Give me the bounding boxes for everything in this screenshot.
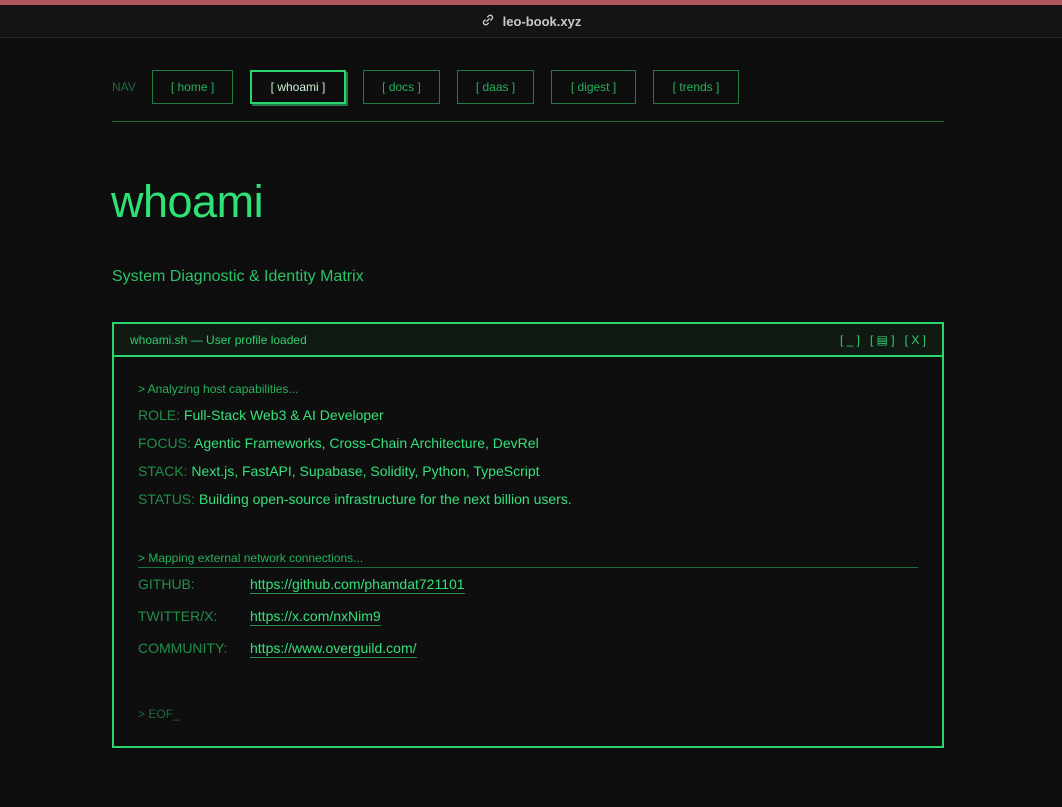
stack-key: STACK: (138, 463, 188, 479)
nav-label: NAV (112, 80, 136, 94)
terminal-header: whoami.sh — User profile loaded [ _ ] [ … (114, 324, 942, 357)
status-value: Building open-source infrastructure for … (198, 491, 572, 507)
terminal-window: whoami.sh — User profile loaded [ _ ] [ … (112, 322, 944, 748)
minimize-button[interactable]: [ _ ] (840, 333, 860, 347)
browser-url-bar[interactable]: leo-book.xyz (0, 5, 1062, 38)
nav-divider (112, 121, 944, 122)
close-button[interactable]: [ X ] (905, 333, 926, 347)
nav-item-digest[interactable]: [ digest ] (551, 70, 636, 104)
community-row: COMMUNITY: https://www.overguild.com/ (138, 640, 417, 658)
main-nav: NAV [ home ] [ whoami ] [ docs ] [ daas … (112, 69, 944, 105)
url-text: leo-book.xyz (502, 13, 582, 29)
nav-item-whoami[interactable]: [ whoami ] (250, 70, 346, 104)
maximize-button[interactable]: [ ▤ ] (870, 333, 895, 347)
role-value: Full-Stack Web3 & AI Developer (183, 407, 384, 423)
nav-item-home[interactable]: [ home ] (152, 70, 233, 104)
nav-item-trends[interactable]: [ trends ] (653, 70, 739, 104)
nav-item-daas[interactable]: [ daas ] (457, 70, 534, 104)
github-link[interactable]: https://github.com/phamdat721101 (250, 576, 465, 594)
stack-line: STACK: Next.js, FastAPI, Supabase, Solid… (138, 463, 540, 479)
status-key: STATUS: (138, 491, 196, 507)
twitter-link[interactable]: https://x.com/nxNim9 (250, 608, 381, 626)
focus-line: FOCUS: Agentic Frameworks, Cross-Chain A… (138, 435, 539, 451)
prompt-analyzing: > Analyzing host capabilities... (138, 382, 299, 396)
terminal-controls: [ _ ] [ ▤ ] [ X ] (840, 333, 926, 347)
github-key: GITHUB: (138, 576, 195, 592)
community-link[interactable]: https://www.overguild.com/ (250, 640, 417, 658)
prompt-mapping: > Mapping external network connections..… (138, 551, 364, 565)
github-row: GITHUB: https://github.com/phamdat721101 (138, 576, 465, 594)
community-key: COMMUNITY: (138, 640, 228, 656)
page-subtitle: System Diagnostic & Identity Matrix (112, 268, 364, 285)
twitter-key: TWITTER/X: (138, 608, 218, 624)
terminal-title: whoami.sh — User profile loaded (130, 332, 307, 347)
role-line: ROLE: Full-Stack Web3 & AI Developer (138, 407, 384, 423)
eof-marker: > EOF_ (138, 707, 180, 721)
focus-value: Agentic Frameworks, Cross-Chain Architec… (194, 435, 539, 451)
terminal-divider (138, 567, 918, 568)
page-title: whoami (111, 176, 264, 227)
link-icon (481, 13, 495, 30)
nav-item-docs[interactable]: [ docs ] (363, 70, 440, 104)
stack-value: Next.js, FastAPI, Supabase, Solidity, Py… (191, 463, 540, 479)
status-line: STATUS: Building open-source infrastruct… (138, 491, 572, 507)
focus-key: FOCUS: (138, 435, 191, 451)
role-key: ROLE: (138, 407, 181, 423)
twitter-row: TWITTER/X: https://x.com/nxNim9 (138, 608, 381, 626)
